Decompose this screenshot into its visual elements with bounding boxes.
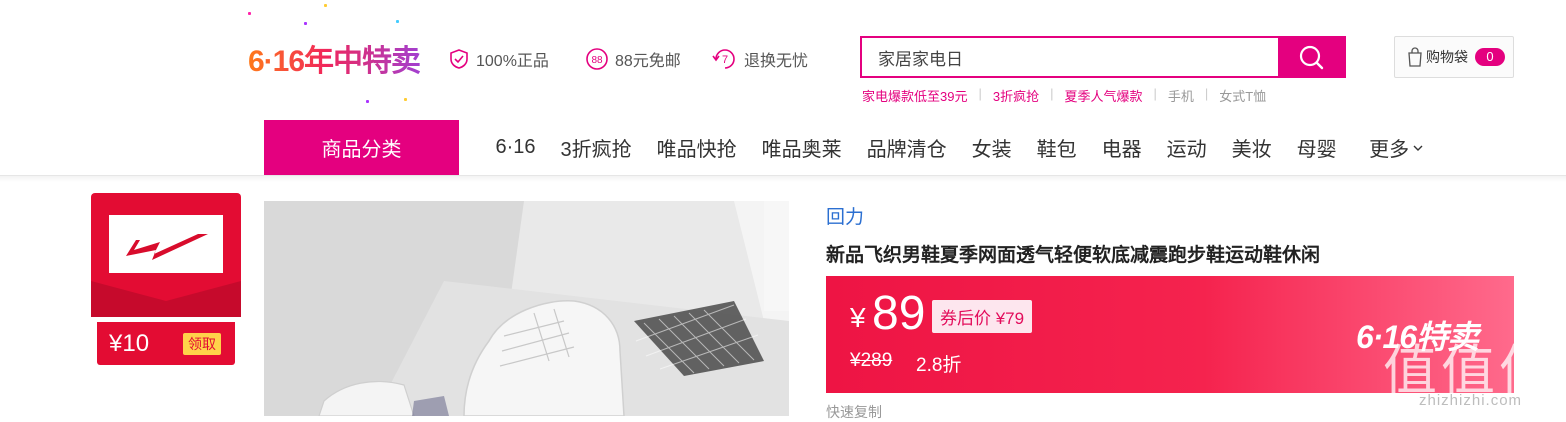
nav-item-sports[interactable]: 运动: [1154, 133, 1219, 162]
separator: |: [1204, 86, 1209, 101]
shield-check-icon: [450, 49, 468, 69]
promise-free-shipping: 88 88元免邮: [585, 46, 681, 72]
nav-item-616[interactable]: 6·16: [483, 136, 548, 159]
divider-shadow: [0, 176, 1566, 182]
product-brand-link[interactable]: 回力: [826, 202, 864, 229]
coupon-strip: ¥10 领取: [97, 322, 235, 365]
nav-item-shoes-bags[interactable]: 鞋包: [1024, 133, 1089, 162]
nav-item-appliances[interactable]: 电器: [1089, 133, 1154, 162]
promise-label: 退换无忧: [744, 53, 809, 70]
promise-authentic: 100%正品: [448, 46, 549, 72]
nav-item-flash-discount[interactable]: 3折疯抢: [548, 133, 644, 162]
nav-item-clearance[interactable]: 品牌清仓: [854, 133, 959, 162]
hot-search-words: 家电爆款低至39元 | 3折疯抢 | 夏季人气爆款 | 手机 | 女式T恤: [862, 86, 1266, 105]
search-box: [860, 36, 1346, 78]
promise-return: 7 退换无忧: [712, 46, 808, 72]
hot-word-link[interactable]: 手机: [1168, 86, 1194, 105]
nav-item-outlet[interactable]: 唯品奥莱: [749, 133, 854, 162]
discount-label: 2.8折: [916, 355, 962, 376]
watermark-site: zhizhizhi.com: [1419, 392, 1523, 409]
chevron-down-icon: [1413, 145, 1423, 151]
promise-label: 100%正品: [476, 53, 549, 70]
site-logo[interactable]: 6·16年中特卖: [246, 0, 436, 110]
hot-word-link[interactable]: 女式T恤: [1219, 86, 1266, 105]
hot-word-link[interactable]: 夏季人气爆款: [1064, 86, 1142, 105]
confetti: [404, 98, 407, 101]
product-image[interactable]: [264, 201, 789, 416]
cart-button[interactable]: 购物袋 0: [1394, 36, 1514, 78]
nav-item-beauty[interactable]: 美妆: [1219, 133, 1284, 162]
category-menu-button[interactable]: 商品分类: [264, 120, 459, 175]
card-fold: [91, 281, 241, 317]
category-label: 商品分类: [321, 139, 402, 161]
cart-count-badge: 0: [1475, 48, 1505, 66]
product-photo: [264, 201, 789, 416]
separator: |: [978, 86, 982, 101]
cart-label: 购物袋: [1426, 49, 1468, 65]
separator: |: [1050, 86, 1054, 101]
confetti: [396, 20, 399, 23]
confetti: [366, 100, 369, 103]
shopping-bag-icon: [1408, 47, 1422, 67]
hot-word-link[interactable]: 3折疯抢: [993, 86, 1039, 105]
free-shipping-88-icon: 88: [586, 48, 608, 70]
brand-card[interactable]: [91, 193, 241, 317]
nav-item-baby[interactable]: 母婴: [1284, 133, 1349, 162]
confetti: [248, 12, 251, 15]
search-button[interactable]: [1278, 38, 1344, 76]
search-input[interactable]: [862, 38, 1296, 76]
hot-word-link[interactable]: 家电爆款低至39元: [862, 86, 967, 105]
main-nav: 6·16 3折疯抢 唯品快抢 唯品奥莱 品牌清仓 女装 鞋包 电器 运动 美妆 …: [483, 120, 1424, 175]
huili-brand-logo-icon: [126, 234, 208, 260]
current-price: 89: [872, 287, 926, 340]
claim-coupon-button[interactable]: 领取: [183, 332, 221, 355]
nav-more-button[interactable]: 更多: [1349, 133, 1424, 162]
coupon-price-badge: 券后价 ¥79: [932, 300, 1033, 333]
logo-text: 6·16年中特卖: [248, 36, 421, 80]
confetti: [304, 22, 307, 25]
nav-item-quick-buy[interactable]: 唯品快抢: [644, 133, 749, 162]
svg-text:88: 88: [591, 55, 603, 66]
promise-label: 88元免邮: [615, 53, 681, 70]
return-7-day-icon: 7: [712, 49, 735, 69]
confetti: [324, 4, 327, 7]
product-title: 新品飞织男鞋夏季网面透气轻便软底减震跑步鞋运动鞋休闲: [826, 245, 1321, 266]
original-price: ¥289: [850, 350, 893, 371]
nav-more-label: 更多: [1369, 139, 1410, 161]
separator: |: [1153, 86, 1157, 101]
coupon-amount: ¥10: [109, 329, 150, 357]
svg-text:7: 7: [722, 54, 728, 66]
price-currency: ¥: [850, 302, 866, 333]
nav-item-womens[interactable]: 女装: [959, 133, 1024, 162]
quick-copy-link[interactable]: 快速复制: [826, 402, 882, 422]
search-icon: [1299, 45, 1324, 70]
brand-logo: [109, 215, 223, 273]
watermark: 值值值 zhizhizhi.com: [1383, 320, 1563, 416]
